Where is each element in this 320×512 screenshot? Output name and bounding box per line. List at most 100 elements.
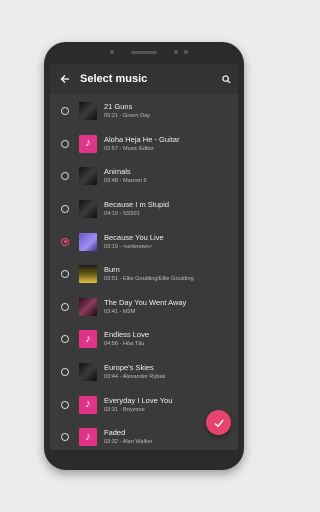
song-artist: SS501 bbox=[122, 211, 140, 218]
song-text: Animals 03:48 - Maroon 5 bbox=[104, 167, 147, 185]
song-duration: 03:51 bbox=[104, 276, 118, 283]
song-duration: 03:41 bbox=[104, 308, 118, 315]
search-icon bbox=[221, 74, 231, 84]
song-text: Because I m Stupid 04:19 - SS501 bbox=[104, 200, 169, 218]
song-row[interactable]: Burn 03:51 - Ellie Goulding/Ellie Gouldin… bbox=[50, 258, 238, 291]
song-text: Because You Live 03:19 - <unknown> bbox=[104, 233, 164, 251]
song-artist: <unknown> bbox=[122, 243, 152, 250]
song-radio-button[interactable] bbox=[61, 433, 69, 442]
music-note-icon: ♪ bbox=[79, 134, 97, 153]
song-row[interactable]: ♪ Endless Love 04:56 - Hòa Tấu bbox=[50, 323, 238, 356]
song-title: Faded bbox=[104, 428, 126, 438]
song-row[interactable]: ♪ Aloha Heja He - Guitar 02:57 - Music Edi… bbox=[50, 128, 238, 161]
album-art bbox=[79, 102, 97, 121]
song-row[interactable]: Europe's Skies 03:44 - Alexander Rybak bbox=[50, 356, 238, 389]
song-artist: Green Day bbox=[122, 113, 151, 120]
note-glyph: ♪ bbox=[85, 398, 91, 411]
song-artist: Alexander Rybak bbox=[122, 374, 166, 381]
song-text: The Day You Went Away 03:41 - M2M bbox=[104, 298, 186, 316]
song-meta: 03:31 - Boyzone bbox=[104, 406, 172, 414]
song-meta: 05:21 - Green Day bbox=[104, 112, 150, 120]
note-glyph: ♪ bbox=[85, 332, 91, 345]
song-list: 21 Guns 05:21 - Green Day ♪ Aloha Heja He -… bbox=[50, 94, 238, 450]
note-glyph: ♪ bbox=[85, 137, 91, 150]
song-meta: 03:44 - Alexander Rybak bbox=[104, 373, 165, 381]
song-radio-button[interactable] bbox=[61, 368, 69, 377]
album-art bbox=[79, 200, 97, 219]
song-text: Everyday I Love You 03:31 - Boyzone bbox=[104, 396, 172, 414]
song-artist: Alan Walker bbox=[122, 439, 153, 446]
phone-top-bar bbox=[44, 42, 244, 62]
song-title: Animals bbox=[104, 167, 131, 177]
song-text: 21 Guns 05:21 - Green Day bbox=[104, 102, 150, 120]
song-text: Burn 03:51 - Ellie Goulding/Ellie Gouldin… bbox=[104, 265, 194, 283]
page-title: Select music bbox=[80, 73, 148, 85]
song-artist: Hòa Tấu bbox=[122, 341, 145, 348]
song-radio-button[interactable] bbox=[61, 172, 69, 181]
song-title: Because I m Stupid bbox=[104, 200, 170, 210]
song-radio-button[interactable] bbox=[61, 205, 69, 214]
note-glyph: ♪ bbox=[85, 430, 91, 443]
album-art bbox=[79, 232, 97, 251]
song-duration: 03:32 bbox=[104, 439, 118, 446]
music-note-icon: ♪ bbox=[79, 395, 97, 414]
song-meta: 03:19 - <unknown> bbox=[104, 243, 164, 251]
app-bar: Select music bbox=[50, 64, 238, 94]
song-artist: Ellie Goulding/Ellie Goulding bbox=[122, 276, 194, 283]
confirm-button[interactable] bbox=[206, 410, 231, 435]
song-title: Everyday I Love You bbox=[104, 395, 173, 405]
song-row[interactable]: Because You Live 03:19 - <unknown> bbox=[50, 225, 238, 258]
song-artist: Boyzone bbox=[122, 406, 145, 413]
check-icon bbox=[213, 419, 224, 427]
album-art bbox=[79, 297, 97, 316]
song-duration: 03:31 bbox=[104, 406, 118, 413]
camera-dot bbox=[110, 50, 114, 54]
song-duration: 03:44 bbox=[104, 374, 118, 381]
song-row[interactable]: The Day You Went Away 03:41 - M2M bbox=[50, 291, 238, 324]
arrow-left-icon bbox=[60, 75, 69, 83]
song-text: Faded 03:32 - Alan Walker bbox=[104, 428, 153, 446]
song-text: Endless Love 04:56 - Hòa Tấu bbox=[104, 330, 149, 348]
song-row[interactable]: 21 Guns 05:21 - Green Day bbox=[50, 95, 238, 128]
song-artist: Music Editor bbox=[122, 145, 154, 152]
album-art bbox=[79, 265, 97, 284]
camera-dot bbox=[184, 50, 188, 54]
search-button[interactable] bbox=[214, 74, 238, 84]
song-duration: 02:57 bbox=[104, 145, 118, 152]
song-duration: 04:56 bbox=[104, 341, 118, 348]
song-meta: 04:19 - SS501 bbox=[104, 210, 169, 218]
song-title: Aloha Heja He - Guitar bbox=[104, 134, 180, 144]
song-title: Burn bbox=[104, 265, 120, 275]
song-meta: 03:51 - Ellie Goulding/Ellie Goulding bbox=[104, 275, 194, 283]
music-note-icon: ♪ bbox=[79, 428, 97, 447]
speaker-grille bbox=[131, 50, 157, 54]
song-radio-button[interactable] bbox=[61, 302, 69, 311]
song-radio-button[interactable] bbox=[61, 335, 69, 344]
song-radio-button[interactable] bbox=[61, 107, 69, 116]
song-radio-button[interactable] bbox=[61, 400, 69, 409]
song-radio-button[interactable] bbox=[61, 139, 69, 148]
song-meta: 02:57 - Music Editor bbox=[104, 145, 179, 153]
back-button[interactable] bbox=[50, 71, 80, 87]
song-artist: Maroon 5 bbox=[122, 178, 147, 185]
song-row[interactable]: Animals 03:48 - Maroon 5 bbox=[50, 160, 238, 193]
album-art bbox=[79, 363, 97, 382]
song-title: 21 Guns bbox=[104, 102, 133, 112]
song-meta: 04:56 - Hòa Tấu bbox=[104, 340, 149, 348]
song-duration: 03:19 bbox=[104, 243, 118, 250]
song-title: The Day You Went Away bbox=[104, 297, 187, 307]
song-duration: 03:48 bbox=[104, 178, 118, 185]
song-radio-button[interactable] bbox=[61, 270, 69, 279]
song-duration: 04:19 bbox=[104, 211, 118, 218]
song-text: Europe's Skies 03:44 - Alexander Rybak bbox=[104, 363, 165, 381]
song-title: Because You Live bbox=[104, 232, 164, 242]
song-text: Aloha Heja He - Guitar 02:57 - Music Edit… bbox=[104, 135, 179, 153]
music-note-icon: ♪ bbox=[79, 330, 97, 349]
album-art bbox=[79, 167, 97, 186]
song-radio-button[interactable] bbox=[61, 237, 69, 246]
song-title: Endless Love bbox=[104, 330, 150, 340]
song-artist: M2M bbox=[122, 308, 136, 315]
song-meta: 03:48 - Maroon 5 bbox=[104, 177, 147, 185]
song-row[interactable]: Because I m Stupid 04:19 - SS501 bbox=[50, 193, 238, 226]
song-duration: 05:21 bbox=[104, 113, 118, 120]
